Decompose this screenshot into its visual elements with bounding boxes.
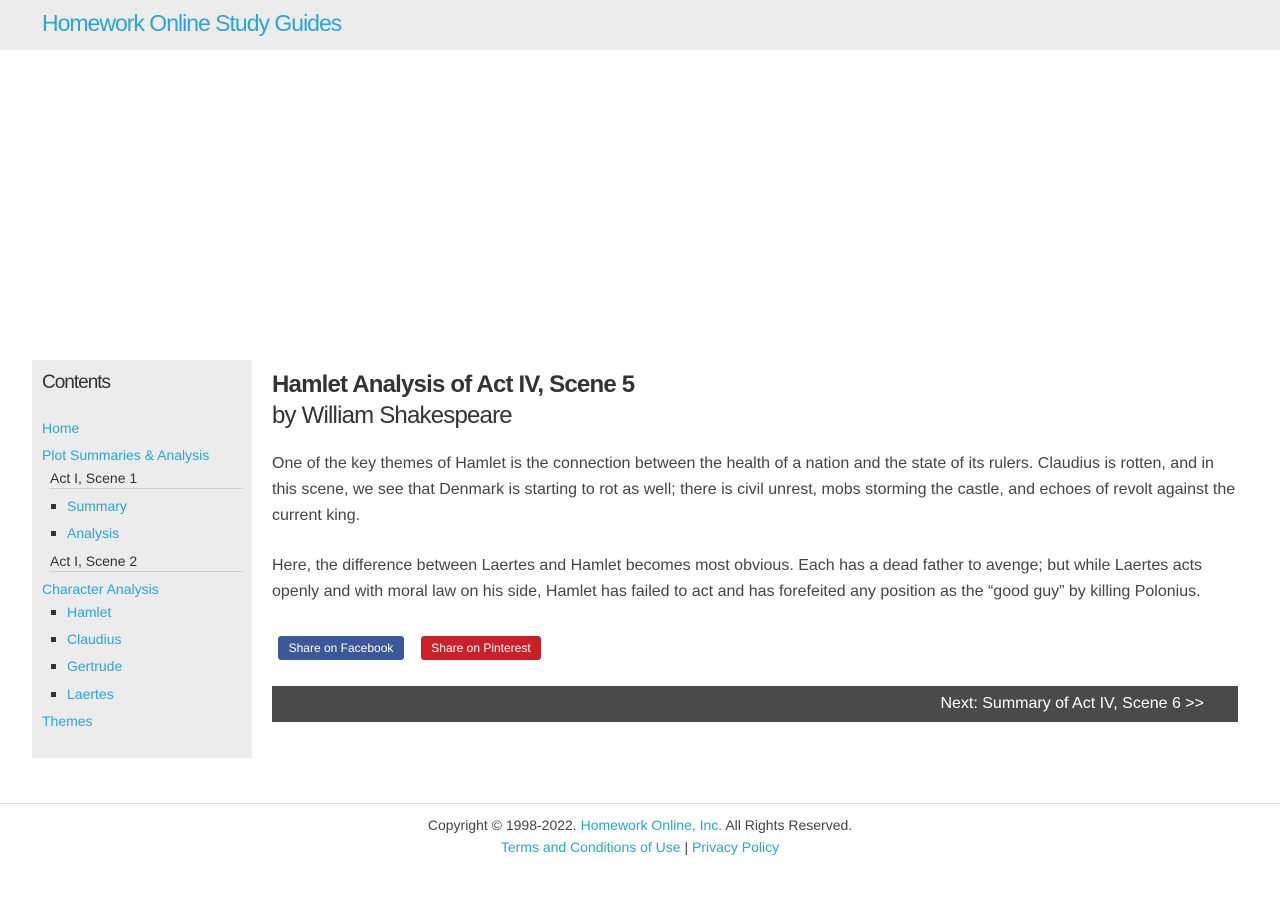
page-title: Hamlet Analysis of Act IV, Scene 5 [272,371,635,398]
bullet-icon [51,610,56,615]
footer-privacy-link[interactable]: Privacy Policy [692,839,779,855]
sidebar-subheading-act1-scene2: Act I, Scene 2 [50,553,243,572]
sidebar-link-hamlet[interactable]: Hamlet [67,604,111,620]
next-navigation-bar: Next: Summary of Act IV, Scene 6 >> [272,686,1238,722]
sidebar-link-themes[interactable]: Themes [42,713,93,729]
page-author: by William Shakespeare [272,402,513,429]
sidebar-link-gertrude[interactable]: Gertrude [67,658,122,674]
footer-rights-text: All Rights Reserved. [725,817,853,833]
article-paragraph: Here, the difference between Laertes and… [272,557,1203,600]
next-page-link[interactable]: Next: Summary of Act IV, Scene 6 >> [940,695,1204,713]
bullet-icon [51,692,56,697]
bullet-icon [51,504,56,509]
footer-copyright-text: Copyright © 1998-2022. [427,817,577,833]
footer-links-row: Terms and Conditions of Use | Privacy Po… [0,839,1280,855]
footer-separator: | [684,839,689,855]
share-pinterest-button[interactable]: Share on Pinterest [421,636,541,660]
ad-placeholder [0,50,1280,350]
share-facebook-button[interactable]: Share on Facebook [278,636,404,660]
footer-divider [0,803,1280,804]
sidebar-link-summary[interactable]: Summary [67,498,127,514]
top-header-bar: Homework Online Study Guides [0,0,1280,50]
sidebar-title: Contents [42,372,111,393]
sidebar-link-plot-summaries[interactable]: Plot Summaries & Analysis [42,447,209,463]
sidebar-link-claudius[interactable]: Claudius [67,631,121,647]
article-paragraph: One of the key themes of Hamlet is the c… [272,455,1236,524]
footer-copyright-row: Copyright © 1998-2022. Homework Online, … [0,817,1280,833]
site-title-link[interactable]: Homework Online Study Guides [42,10,342,37]
sidebar-link-home[interactable]: Home [42,420,79,436]
footer-terms-link[interactable]: Terms and Conditions of Use [501,839,681,855]
sidebar-link-character-analysis[interactable]: Character Analysis [42,581,159,597]
sidebar-link-laertes[interactable]: Laertes [67,686,114,702]
bullet-icon [51,531,56,536]
sidebar-contents: Contents Home Plot Summaries & Analysis … [32,360,252,758]
bullet-icon [51,664,56,669]
footer-company-link[interactable]: Homework Online, Inc. [581,817,723,833]
bullet-icon [51,637,56,642]
sidebar-link-analysis[interactable]: Analysis [67,525,119,541]
sidebar-subheading-act1-scene1: Act I, Scene 1 [50,470,243,489]
